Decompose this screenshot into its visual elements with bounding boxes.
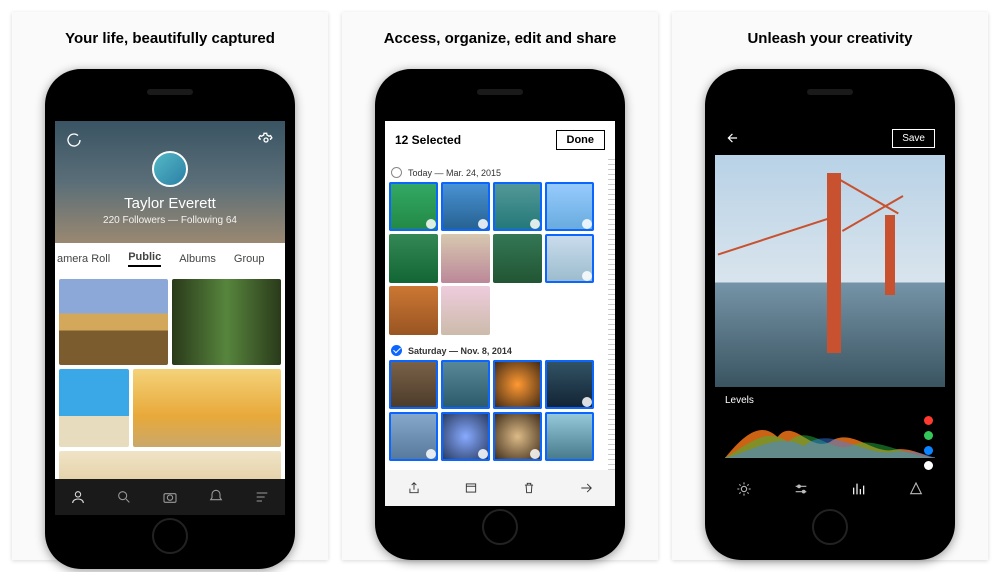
channel-luma[interactable] — [924, 461, 933, 470]
photo-thumb[interactable] — [441, 412, 490, 461]
photo-thumb[interactable] — [545, 182, 594, 231]
lock-icon — [478, 449, 488, 459]
selection-body: Today — Mar. 24, 2015 Saturday — — [385, 159, 615, 470]
editor-toolbar — [715, 472, 945, 506]
thumb-grid — [389, 360, 607, 461]
thumb-grid — [389, 182, 607, 335]
refresh-icon[interactable] — [65, 131, 83, 149]
back-icon[interactable] — [725, 130, 741, 146]
histogram[interactable] — [725, 412, 935, 458]
photo-thumb[interactable] — [441, 234, 490, 283]
photo-thumb[interactable] — [545, 234, 594, 283]
group-header[interactable]: Today — Mar. 24, 2015 — [391, 167, 607, 178]
editor-header: Save — [715, 121, 945, 155]
lock-icon — [530, 449, 540, 459]
group-checkbox[interactable] — [391, 345, 402, 356]
tab-public[interactable]: Public — [128, 251, 161, 267]
headline: Your life, beautifully captured — [65, 30, 275, 47]
photo-thumb[interactable] — [493, 360, 542, 409]
avatar[interactable] — [152, 151, 188, 187]
headline: Unleash your creativity — [747, 30, 912, 47]
tab-camera-roll[interactable]: amera Roll — [57, 253, 110, 265]
photo-thumb[interactable] — [172, 279, 281, 365]
profile-name: Taylor Everett — [55, 195, 285, 212]
channel-blue[interactable] — [924, 446, 933, 455]
phone-frame: Save Levels — [705, 69, 955, 560]
lock-icon — [478, 219, 488, 229]
screen: Taylor Everett 220 Followers — Following… — [55, 121, 285, 515]
lock-icon — [426, 449, 436, 459]
histogram-icon[interactable] — [851, 481, 867, 497]
photo-thumb[interactable] — [389, 360, 438, 409]
promo-panel-2: Access, organize, edit and share 12 Sele… — [342, 12, 658, 560]
panel-label: Levels — [725, 395, 935, 406]
photo-thumb[interactable] — [493, 412, 542, 461]
group-header[interactable]: Saturday — Nov. 8, 2014 — [391, 345, 607, 356]
channel-dots — [924, 416, 933, 470]
edited-photo[interactable] — [715, 155, 945, 387]
profile-stats: 220 Followers — Following 64 — [55, 215, 285, 226]
group-checkbox[interactable] — [391, 167, 402, 178]
channel-green[interactable] — [924, 431, 933, 440]
archive-icon[interactable] — [463, 480, 479, 496]
share-icon[interactable] — [406, 480, 422, 496]
forward-icon[interactable] — [578, 480, 594, 496]
photo-thumb[interactable] — [441, 286, 490, 335]
photo-thumb[interactable] — [493, 182, 542, 231]
lock-icon — [530, 219, 540, 229]
trash-icon[interactable] — [521, 480, 537, 496]
done-button[interactable]: Done — [556, 130, 606, 150]
lock-icon — [582, 219, 592, 229]
photo-thumb[interactable] — [545, 412, 594, 461]
photo-thumb[interactable] — [59, 369, 129, 447]
photo-thumb[interactable] — [493, 234, 542, 283]
sliders-icon[interactable] — [793, 481, 809, 497]
brightness-icon[interactable] — [736, 481, 752, 497]
headline: Access, organize, edit and share — [384, 30, 617, 47]
tab-groups[interactable]: Group — [234, 253, 265, 265]
scroll-ruler[interactable] — [608, 159, 615, 470]
photo-thumb[interactable] — [389, 182, 438, 231]
bell-icon[interactable] — [208, 489, 224, 505]
photo-thumb[interactable] — [133, 369, 281, 447]
photo-thumb[interactable] — [389, 234, 438, 283]
selection-toolbar — [385, 470, 615, 506]
phone-frame: 12 Selected Done Today — Mar. 24, 2015 — [375, 69, 625, 560]
list-icon[interactable] — [254, 489, 270, 505]
selection-count: 12 Selected — [395, 133, 461, 147]
group-label: Saturday — Nov. 8, 2014 — [408, 346, 512, 356]
photo-thumb[interactable] — [389, 412, 438, 461]
photo-thumb[interactable] — [389, 286, 438, 335]
levels-panel: Levels — [715, 387, 945, 472]
promo-panel-3: Unleash your creativity Save Levels — [672, 12, 988, 560]
channel-red[interactable] — [924, 416, 933, 425]
photo-grid — [55, 275, 285, 479]
tab-albums[interactable]: Albums — [179, 253, 216, 265]
photo-thumb[interactable] — [441, 182, 490, 231]
screen: Save Levels — [715, 121, 945, 506]
lock-icon — [426, 219, 436, 229]
bottom-nav — [55, 479, 285, 515]
gear-icon[interactable] — [257, 131, 275, 149]
lock-icon — [582, 271, 592, 281]
profile-tabs: amera Roll Public Albums Group — [55, 243, 285, 275]
photo-thumb[interactable] — [59, 279, 168, 365]
search-icon[interactable] — [116, 489, 132, 505]
selection-header: 12 Selected Done — [385, 121, 615, 159]
photo-thumb[interactable] — [441, 360, 490, 409]
phone-frame: Taylor Everett 220 Followers — Following… — [45, 69, 295, 569]
sharpen-icon[interactable] — [908, 481, 924, 497]
lock-icon — [582, 397, 592, 407]
person-icon[interactable] — [70, 489, 86, 505]
photo-thumb[interactable] — [59, 451, 281, 479]
group-label: Today — Mar. 24, 2015 — [408, 168, 501, 178]
photo-thumb[interactable] — [545, 360, 594, 409]
promo-panel-1: Your life, beautifully captured Taylor E… — [12, 12, 328, 560]
save-button[interactable]: Save — [892, 129, 935, 148]
screen: 12 Selected Done Today — Mar. 24, 2015 — [385, 121, 615, 506]
profile-header: Taylor Everett 220 Followers — Following… — [55, 121, 285, 243]
camera-icon[interactable] — [162, 489, 178, 505]
